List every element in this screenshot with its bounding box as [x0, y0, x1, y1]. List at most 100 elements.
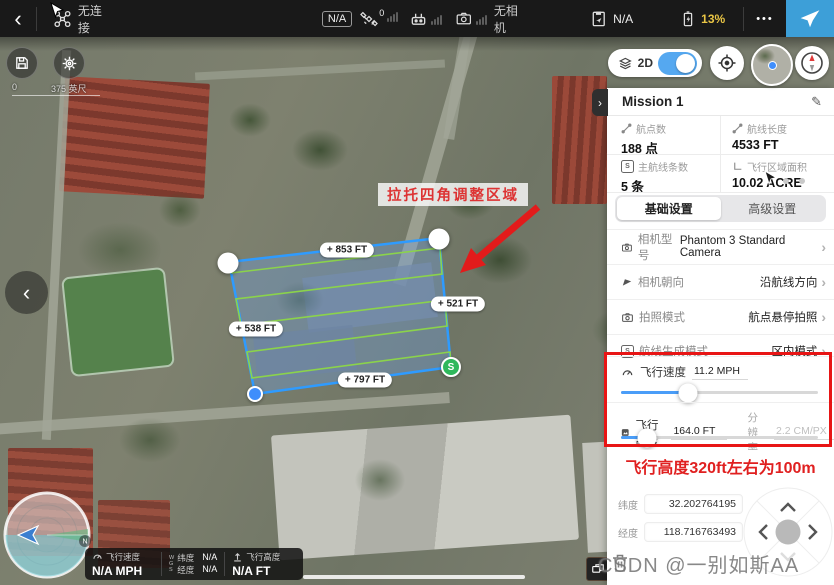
battery-icon: [679, 10, 697, 28]
connection-status: 无连接: [78, 2, 112, 36]
crosshair-icon: [717, 53, 737, 73]
map-mode-label: 2D: [638, 56, 653, 70]
map-shadow: [0, 37, 834, 51]
altitude-note-annotation: 飞行高度320ft左右为100m: [607, 450, 834, 482]
left-panel-expand-button[interactable]: ‹: [5, 271, 48, 314]
map-scale: 0375 英尺: [12, 82, 87, 95]
edit-mission-button[interactable]: ✎: [811, 94, 822, 110]
save-icon: [14, 55, 30, 71]
north-label: N: [82, 539, 87, 546]
mission-panel: Mission 1 ✎ 航点数 188 点 航线长度 4533 FT S 主航线…: [607, 88, 834, 585]
tab-basic-settings[interactable]: 基础设置: [617, 197, 721, 220]
altitude-slider-thumb[interactable]: [637, 428, 656, 447]
satellite-signal-bars: [387, 10, 398, 22]
divider: [36, 7, 37, 31]
camera-icon: [455, 9, 473, 28]
telemetry-bar: 飞行速度 N/A MPH WGS 纬度N/A 经度N/A 飞行高度 N/A FT: [85, 548, 303, 580]
save-mission-button[interactable]: [6, 47, 38, 79]
minimap-button[interactable]: [751, 44, 793, 86]
speed-slider-thumb[interactable]: [678, 383, 697, 402]
altitude-slider[interactable]: [621, 436, 818, 439]
mission-status-text: N/A: [613, 12, 633, 26]
latitude-field[interactable]: 32.202764195: [644, 494, 743, 514]
watermark: CSDN @一别如斯AA: [598, 549, 834, 578]
satellite-count: 0: [379, 8, 384, 18]
rc-status: [409, 9, 445, 28]
camera-icon: [621, 241, 633, 254]
polygon-corner-handle-selected[interactable]: [247, 386, 263, 402]
locate-button[interactable]: [710, 46, 744, 80]
longitude-field[interactable]: 118.716763493: [644, 522, 743, 542]
attitude-compass-widget: N: [1, 489, 93, 581]
panel-collapse-button[interactable]: ›: [592, 89, 608, 116]
gps-mode-badge: N/A: [322, 11, 352, 27]
mission-header: Mission 1 ✎: [607, 88, 834, 116]
chevron-right-icon: ›: [821, 274, 826, 290]
edge-length-label[interactable]: + 797 FT: [338, 373, 392, 388]
mission-status: N/A: [589, 9, 633, 28]
stat-route-length: 航线长度 4533 FT: [720, 116, 834, 154]
mouse-cursor: [764, 170, 777, 187]
speed-slider[interactable]: [621, 391, 818, 394]
setting-camera-model[interactable]: 相机型号 Phantom 3 Standard Camera›: [607, 229, 834, 264]
mission-clipboard-icon: [589, 9, 608, 28]
speed-slider-row: 飞行速度 11.2 MPH: [607, 356, 834, 403]
compass-icon: [799, 50, 825, 76]
polygon-corner-handle[interactable]: [218, 253, 239, 274]
rc-signal-bars: [431, 13, 442, 25]
divider: [607, 192, 834, 193]
datum-label: WGS: [169, 555, 174, 573]
start-waypoint-marker[interactable]: S: [441, 357, 461, 377]
edge-length-label[interactable]: + 538 FT: [229, 322, 283, 337]
camera-signal-bars: [476, 13, 487, 25]
resolution-label: 分辨率: [747, 410, 768, 455]
settings-button[interactable]: [53, 47, 85, 79]
compass-button[interactable]: [795, 46, 829, 80]
speed-value[interactable]: 11.2 MPH: [692, 365, 748, 380]
stats-page-dot[interactable]: [783, 178, 789, 184]
speed-gauge-icon: [92, 551, 103, 562]
s-mode-icon: S: [621, 160, 634, 173]
takeoff-button[interactable]: [786, 0, 834, 37]
battery-percent: 13%: [701, 12, 725, 26]
mouse-cursor: [50, 2, 64, 20]
map-mode-pill: 2D: [608, 49, 702, 77]
stat-main-lines: S 主航线条数 5 条: [607, 154, 720, 192]
satellite-icon: [360, 10, 378, 28]
satellite-status: 0: [360, 10, 401, 28]
camera-icon: [621, 311, 634, 324]
battery-status: 13%: [679, 10, 725, 28]
stat-area: 飞行区域面积 10.02 ACRE: [720, 154, 834, 192]
home-indicator: [303, 575, 525, 579]
more-button[interactable]: •••: [744, 13, 786, 25]
tab-advanced-settings[interactable]: 高级设置: [721, 197, 825, 220]
chevron-right-icon: ›: [821, 309, 826, 325]
area-icon: [732, 161, 743, 172]
toggle-knob: [676, 54, 695, 73]
drone-mission-planner-app: S + 853 FT + 521 FT + 538 FT + 797 FT 拉托…: [0, 0, 834, 585]
edge-length-label[interactable]: + 521 FT: [431, 297, 485, 312]
telemetry-altitude: 飞行高度 N/A FT: [225, 548, 287, 580]
stat-waypoints: 航点数 188 点: [607, 116, 720, 154]
dpad-center-button[interactable]: [776, 520, 801, 545]
settings-tabs: 基础设置 高级设置: [615, 195, 826, 222]
telemetry-speed: 飞行速度 N/A MPH: [85, 548, 161, 580]
speed-gauge-icon: [621, 366, 634, 379]
setting-camera-heading[interactable]: 相机朝向 沿航线方向›: [607, 264, 834, 299]
chevron-right-icon: ›: [821, 239, 826, 255]
map-scale-line: [12, 95, 100, 96]
back-button[interactable]: ‹: [0, 6, 36, 32]
camera-status-text: 无相机: [494, 2, 527, 36]
polygon-corner-handle[interactable]: [429, 229, 450, 250]
mission-title: Mission 1: [622, 94, 684, 109]
minimap-position-dot: [768, 61, 777, 70]
remote-controller-icon: [409, 9, 428, 28]
stats-page-dot[interactable]: [799, 178, 805, 184]
map-2d-toggle[interactable]: [658, 52, 697, 75]
layers-icon: [618, 56, 633, 71]
altitude-icon: [232, 551, 243, 562]
route-length-icon: [732, 123, 743, 134]
heading-cursor-icon: [621, 276, 633, 288]
edge-length-label[interactable]: + 853 FT: [320, 243, 374, 258]
setting-photo-mode[interactable]: 拍照模式 航点悬停拍照›: [607, 299, 834, 334]
